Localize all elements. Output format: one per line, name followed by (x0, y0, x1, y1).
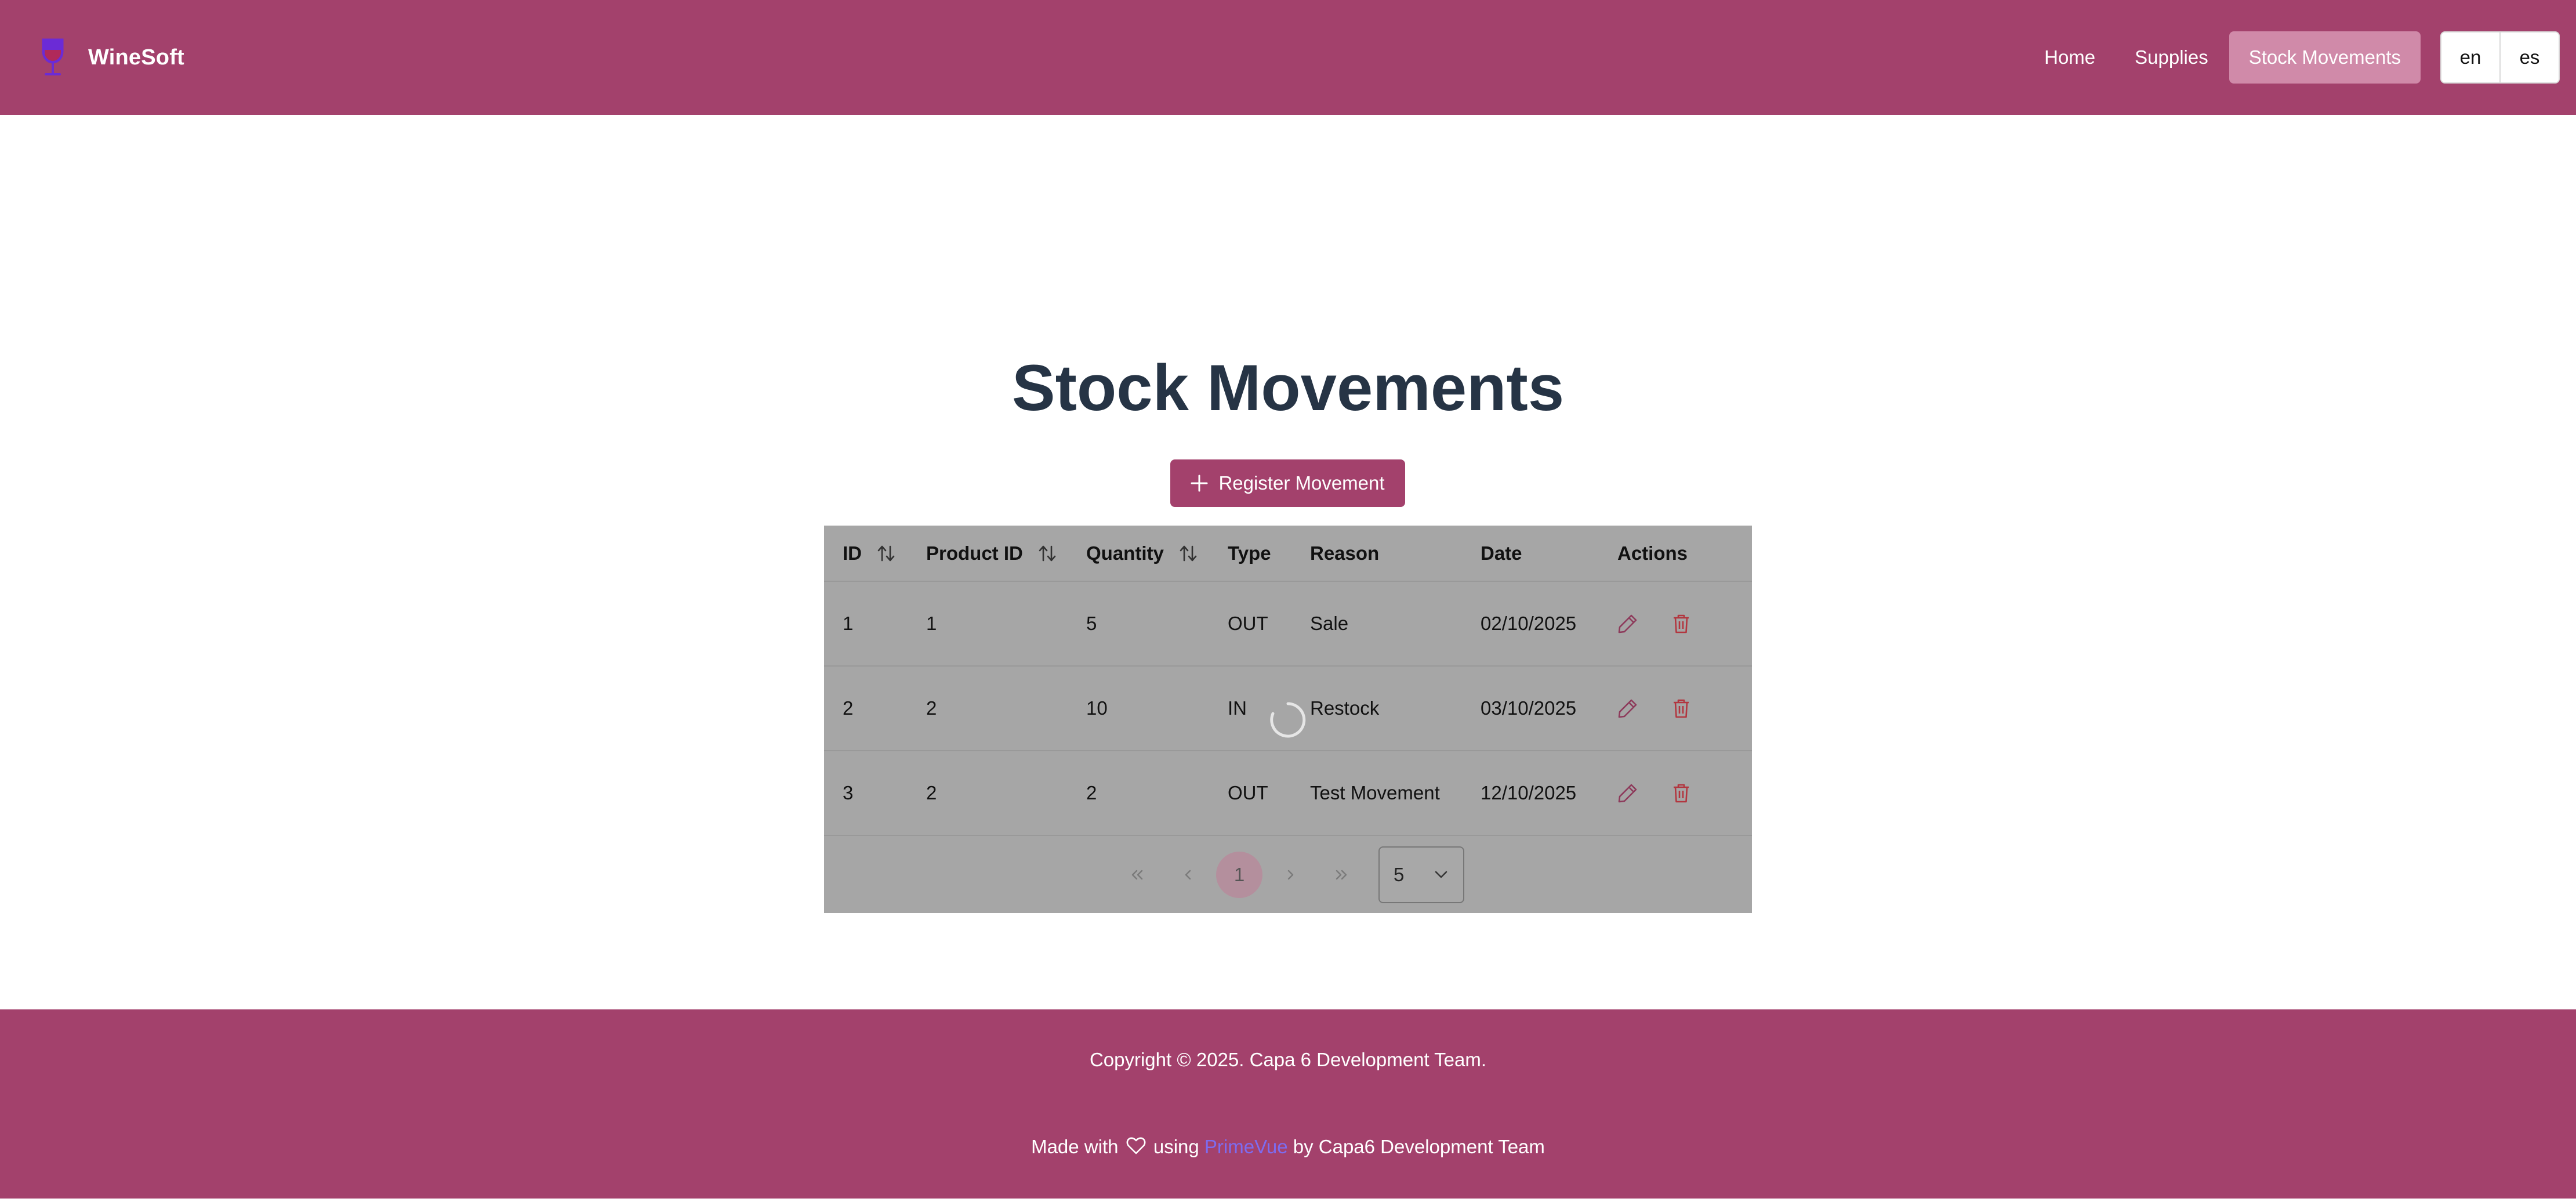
pencil-icon[interactable] (1616, 612, 1639, 635)
cell-product-id: 2 (908, 666, 1068, 751)
nav-item-stock-movements[interactable]: Stock Movements (2229, 31, 2421, 84)
footer: Copyright © 2025. Capa 6 Development Tea… (0, 1009, 2576, 1199)
last-page-button[interactable] (1316, 849, 1367, 900)
register-movement-label: Register Movement (1218, 472, 1385, 494)
chevron-left-icon (1185, 870, 1191, 880)
double-chevron-right-icon (1336, 870, 1347, 880)
made-with-suffix: by Capa6 Development Team (1293, 1136, 1545, 1157)
table-row: 3 2 2 OUT Test Movement 12/10/2025 (824, 751, 1752, 836)
nav-item-supplies[interactable]: Supplies (2115, 31, 2228, 84)
column-header-reason: Reason (1291, 526, 1462, 582)
spinner-icon (1270, 702, 1306, 738)
next-page-button[interactable] (1265, 849, 1316, 900)
cell-type: OUT (1209, 581, 1291, 667)
rows-per-page-select[interactable]: 5 (1378, 846, 1464, 903)
made-with-line: Made with using PrimeVue by Capa6 Develo… (0, 1136, 2576, 1158)
top-navbar: WineSoft Home Supplies Stock Movements e… (0, 0, 2576, 115)
heart-icon (1126, 1137, 1146, 1154)
cell-id: 3 (824, 751, 908, 836)
double-chevron-left-icon (1131, 870, 1143, 880)
trash-icon[interactable] (1670, 612, 1693, 635)
cell-quantity: 2 (1068, 751, 1209, 836)
table-row: 1 1 5 OUT Sale 02/10/2025 (824, 581, 1752, 667)
lang-button-es[interactable]: es (2499, 32, 2559, 82)
sort-icon[interactable] (1037, 545, 1057, 562)
column-header-product-id[interactable]: Product ID (908, 526, 1068, 582)
cell-type: OUT (1209, 751, 1291, 836)
lang-button-en[interactable]: en (2441, 32, 2499, 82)
table-header-row: ID Product ID Quantity Type Reason Date … (824, 526, 1752, 582)
column-header-date: Date (1462, 526, 1599, 582)
chevron-right-icon (1287, 870, 1294, 880)
cell-product-id: 1 (908, 581, 1068, 667)
paginator: 1 5 (824, 837, 1752, 913)
cell-id: 1 (824, 581, 908, 667)
made-with-using: using (1153, 1136, 1199, 1157)
main-nav: Home Supplies Stock Movements en es (2024, 31, 2560, 84)
previous-page-button[interactable] (1163, 849, 1214, 900)
plus-icon (1191, 475, 1208, 492)
cell-product-id: 2 (908, 751, 1068, 836)
register-movement-button[interactable]: Register Movement (1170, 459, 1405, 507)
cell-date: 12/10/2025 (1462, 751, 1599, 836)
cell-date: 03/10/2025 (1462, 666, 1599, 751)
cell-quantity: 5 (1068, 581, 1209, 667)
page-button-current[interactable]: 1 (1216, 852, 1262, 898)
column-header-type: Type (1209, 526, 1291, 582)
column-header-quantity[interactable]: Quantity (1068, 526, 1209, 582)
cell-date: 02/10/2025 (1462, 581, 1599, 667)
page-title: Stock Movements (1011, 352, 1565, 424)
copyright-text: Copyright © 2025. Capa 6 Development Tea… (1089, 1049, 1487, 1070)
cell-id: 2 (824, 666, 908, 751)
pencil-icon[interactable] (1616, 781, 1639, 805)
first-page-button[interactable] (1112, 849, 1163, 900)
made-with-prefix: Made with (1031, 1136, 1119, 1157)
brand[interactable]: WineSoft (35, 37, 184, 78)
cell-actions (1599, 666, 1752, 751)
wine-glass-icon (42, 38, 64, 75)
cell-reason: Sale (1291, 581, 1462, 667)
primevue-link[interactable]: PrimeVue (1204, 1136, 1288, 1157)
column-header-id[interactable]: ID (824, 526, 908, 582)
nav-item-home[interactable]: Home (2024, 31, 2115, 84)
sort-icon[interactable] (1178, 545, 1198, 562)
cell-actions (1599, 751, 1752, 836)
column-header-actions: Actions (1599, 526, 1752, 582)
chevron-down-icon (1435, 871, 1447, 878)
sort-icon[interactable] (876, 545, 896, 562)
cell-actions (1599, 581, 1752, 667)
cell-quantity: 10 (1068, 666, 1209, 751)
rows-per-page-value: 5 (1394, 864, 1405, 885)
trash-icon[interactable] (1670, 697, 1693, 720)
language-switcher: en es (2440, 31, 2560, 84)
trash-icon[interactable] (1670, 781, 1693, 805)
brand-name: WineSoft (88, 45, 184, 70)
cell-reason: Test Movement (1291, 751, 1462, 836)
cell-reason: Restock (1291, 666, 1462, 751)
pencil-icon[interactable] (1616, 697, 1639, 720)
